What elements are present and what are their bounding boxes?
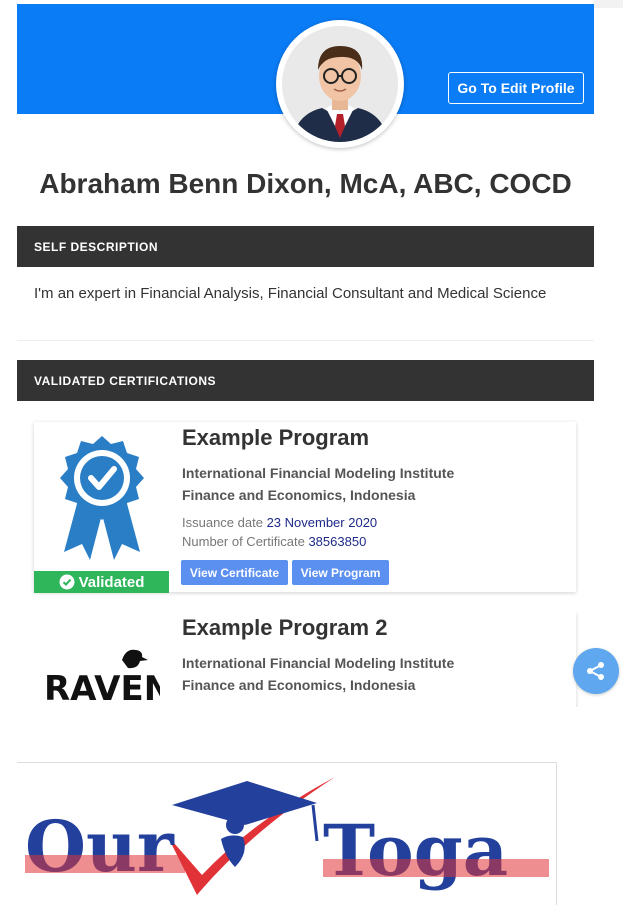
- certificate-card: RAVEN Example Program 2 International Fi…: [34, 612, 576, 707]
- profile-name: Abraham Benn Dixon, McA, ABC, COCD: [39, 168, 572, 199]
- issuance-label: Issuance date: [182, 515, 263, 530]
- issuance-value: 23 November 2020: [266, 515, 378, 530]
- divider: [17, 340, 594, 341]
- avatar-frame: [276, 20, 404, 148]
- program-title: Example Program: [182, 425, 370, 450]
- program-field: Finance and Economics, Indonesia: [182, 487, 416, 503]
- certificate-card-clip: RAVEN Example Program 2 International Fi…: [34, 612, 582, 707]
- banner-edge: [594, 0, 623, 8]
- self-description-text: I'm an expert in Financial Analysis, Fin…: [34, 285, 547, 302]
- share-icon: [587, 662, 604, 680]
- institute-name: International Financial Modeling Institu…: [182, 465, 455, 481]
- issuance-date: Issuance date 23 November 2020: [182, 513, 377, 532]
- validated-badge: Validated: [34, 571, 169, 593]
- brand-word-toga: Toga: [323, 809, 508, 892]
- certificate-number: Number of Certificate 38563850: [182, 532, 366, 551]
- self-description-header: SELF DESCRIPTION: [17, 226, 594, 267]
- avatar: [282, 26, 398, 142]
- raven-logo: RAVEN: [42, 644, 172, 707]
- award-ribbon-icon: [56, 432, 148, 562]
- edit-profile-button[interactable]: Go To Edit Profile: [448, 72, 584, 104]
- program-field: Finance and Economics, Indonesia: [182, 677, 416, 693]
- institute-name: International Financial Modeling Institu…: [182, 655, 455, 671]
- view-certificate-button[interactable]: View Certificate: [181, 560, 288, 585]
- raven-logo-text: RAVEN: [44, 669, 160, 707]
- number-label: Number of Certificate: [182, 534, 305, 549]
- brand-logo: Our Toga: [17, 762, 557, 905]
- check-circle-icon: [59, 574, 75, 590]
- view-program-button[interactable]: View Program: [292, 560, 389, 585]
- validated-label: Validated: [78, 573, 145, 591]
- certificate-card: Validated Example Program International …: [34, 422, 576, 593]
- number-value: 38563850: [308, 534, 367, 549]
- validated-certifications-header: VALIDATED CERTIFICATIONS: [17, 360, 594, 401]
- program-title: Example Program 2: [182, 615, 388, 640]
- brand-word-our: Our: [25, 805, 175, 888]
- share-button[interactable]: [573, 648, 619, 694]
